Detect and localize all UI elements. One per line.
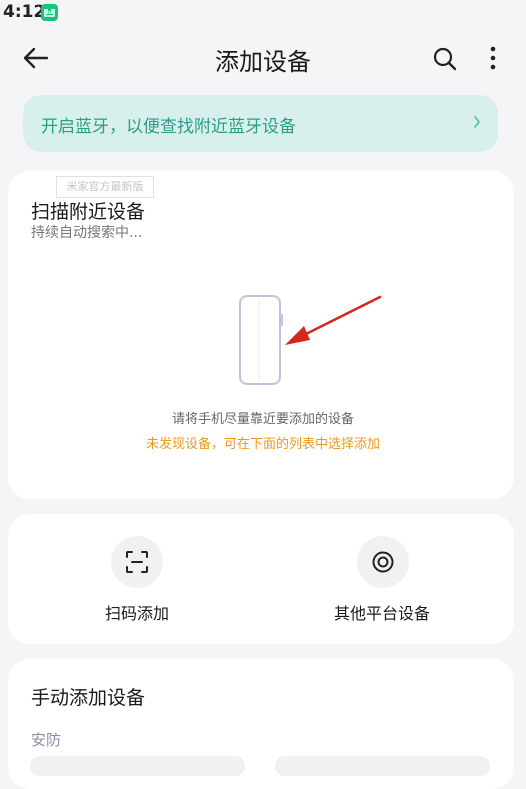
- scan-qr-label[interactable]: 扫码添加: [105, 600, 169, 624]
- mi-home-icon: [41, 4, 58, 21]
- search-icon: [433, 47, 457, 71]
- top-app-bar: 添加设备: [0, 30, 526, 86]
- scan-subtitle: 持续自动搜索中...: [31, 225, 143, 241]
- scan-qr-icon: [126, 551, 148, 573]
- scan-qr-button-circle[interactable]: [111, 536, 163, 588]
- status-time: 4:12: [3, 2, 46, 22]
- more-options-button[interactable]: [482, 44, 504, 74]
- device-tile[interactable]: [275, 756, 490, 776]
- other-platform-icon: [372, 551, 394, 573]
- scan-hint: 请将手机尽量靠近要添加的设备: [171, 412, 354, 427]
- quick-actions-card: [8, 514, 514, 644]
- bluetooth-banner-text: 开启蓝牙，以便查找附近蓝牙设备: [41, 117, 296, 137]
- arrow-left-icon: [23, 47, 49, 69]
- status-bar: 4:12: [0, 0, 526, 26]
- other-platform-button-circle[interactable]: [357, 536, 409, 588]
- watermark-badge: 米家官方最新版: [56, 176, 154, 198]
- scan-title: 扫描附近设备: [31, 201, 146, 223]
- search-button[interactable]: [430, 44, 460, 74]
- other-platform-label[interactable]: 其他平台设备: [334, 600, 430, 624]
- red-arrow-annotation: [285, 295, 382, 345]
- chevron-right-icon: [474, 116, 481, 128]
- back-button[interactable]: [20, 44, 52, 72]
- scan-warning: 未发现设备，可在下面的列表中选择添加: [145, 437, 380, 452]
- manual-add-title: 手动添加设备: [31, 687, 146, 709]
- bluetooth-banner[interactable]: 开启蓝牙，以便查找附近蓝牙设备: [23, 95, 498, 152]
- category-label: 安防: [31, 731, 62, 749]
- more-vertical-icon: [490, 46, 496, 70]
- device-tile[interactable]: [30, 756, 245, 776]
- phone-illustration-icon: [239, 295, 283, 385]
